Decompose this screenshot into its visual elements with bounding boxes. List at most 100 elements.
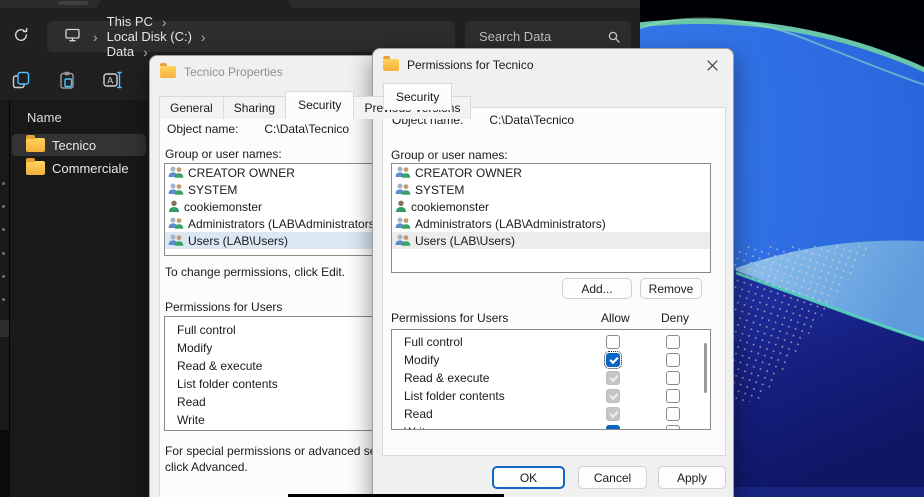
group-row[interactable]: cookiemonster xyxy=(392,198,710,215)
group-name: Users (LAB\Users) xyxy=(415,234,515,248)
paste-icon xyxy=(57,70,77,90)
single-user-icon xyxy=(395,200,407,213)
dialog-title: Tecnico Properties xyxy=(184,65,283,79)
object-name-value: C:\Data\Tecnico xyxy=(264,122,349,136)
tab-security[interactable]: Security xyxy=(383,83,452,110)
allow-checkbox[interactable] xyxy=(606,425,620,430)
permission-name: List folder contents xyxy=(177,377,278,391)
permission-name: Full control xyxy=(404,335,463,349)
deny-checkbox[interactable] xyxy=(666,353,680,367)
folder-icon xyxy=(26,138,45,152)
permission-row: List folder contents xyxy=(392,387,710,405)
svg-text:A: A xyxy=(107,76,113,86)
group-row[interactable]: SYSTEM xyxy=(392,181,710,198)
allow-header: Allow xyxy=(601,311,630,325)
folder-icon xyxy=(26,161,45,175)
allow-checkbox[interactable] xyxy=(606,407,620,421)
deny-checkbox[interactable] xyxy=(666,389,680,403)
add-button[interactable]: Add... xyxy=(562,278,632,299)
close-button[interactable] xyxy=(697,53,727,77)
tab-label: General xyxy=(170,101,213,115)
permission-name: Read xyxy=(404,407,433,421)
dialog-title: Permissions for Tecnico xyxy=(407,58,534,72)
breadcrumb-segment[interactable]: This PC xyxy=(107,14,153,29)
breadcrumb-segment[interactable]: Local Disk (C:) xyxy=(107,29,192,44)
tree-item-dot xyxy=(2,275,5,278)
permission-row: Modify xyxy=(392,351,710,369)
deny-checkbox[interactable] xyxy=(666,407,680,421)
permissions-dialog-titlebar[interactable]: Permissions for Tecnico xyxy=(373,49,733,81)
group-users-icon xyxy=(168,166,184,179)
edit-hint: To change permissions, click Edit. xyxy=(165,265,345,279)
group-users-icon xyxy=(395,217,411,230)
cancel-button[interactable]: Cancel xyxy=(578,466,647,489)
chevron-right-icon: › xyxy=(153,15,176,29)
pane-bottom-shade xyxy=(0,430,9,497)
allow-checkbox[interactable] xyxy=(606,335,620,349)
deny-checkbox[interactable] xyxy=(666,425,680,430)
copy-button[interactable] xyxy=(10,69,32,91)
permission-name: Read & execute xyxy=(404,371,489,385)
permission-name: Modify xyxy=(404,353,439,367)
deny-header: Deny xyxy=(661,311,689,325)
single-user-icon xyxy=(168,200,180,213)
permission-row: Full control xyxy=(392,333,710,351)
explorer-active-tab[interactable] xyxy=(97,0,291,8)
allow-checkbox[interactable] xyxy=(606,371,620,385)
permissions-label: Permissions for Users xyxy=(391,311,508,325)
search-placeholder: Search Data xyxy=(479,29,607,44)
remove-button[interactable]: Remove xyxy=(640,278,702,299)
group-name: SYSTEM xyxy=(415,183,464,197)
apply-button[interactable]: Apply xyxy=(658,466,726,489)
tab[interactable]: Sharing xyxy=(223,96,286,119)
tab-label: Security xyxy=(298,98,341,112)
group-row[interactable]: Administrators (LAB\Administrators) xyxy=(392,215,710,232)
tab[interactable]: General xyxy=(159,96,224,119)
file-list-pane: Name Tecnico Commerciale xyxy=(10,100,148,497)
breadcrumb-segment[interactable]: Data xyxy=(107,44,134,59)
object-name-value: C:\Data\Tecnico xyxy=(489,113,574,127)
file-row[interactable]: Tecnico xyxy=(12,134,146,156)
refresh-button[interactable] xyxy=(8,22,34,48)
tree-selected-item[interactable] xyxy=(0,320,9,337)
permission-row: Read xyxy=(392,405,710,423)
group-name: Administrators (LAB\Administrators) xyxy=(415,217,606,231)
advanced-hint-line2: click Advanced. xyxy=(165,460,248,474)
tab-label: Sharing xyxy=(234,101,275,115)
rename-icon: A xyxy=(102,70,124,90)
tree-item-dot xyxy=(2,228,5,231)
tab-label: Security xyxy=(396,90,439,104)
group-name: cookiemonster xyxy=(411,200,489,214)
explorer-tab-strip xyxy=(0,0,640,8)
search-icon xyxy=(607,30,621,44)
name-column-header[interactable]: Name xyxy=(10,100,148,133)
permission-name: Write xyxy=(177,413,205,427)
allow-checkbox[interactable] xyxy=(606,353,620,367)
group-users-icon xyxy=(395,183,411,196)
allow-checkbox[interactable] xyxy=(606,389,620,403)
object-name-label: Object name: xyxy=(167,122,238,136)
group-row[interactable]: Users (LAB\Users) xyxy=(392,232,710,249)
permissions-rows: Full control Modify Read & execute List … xyxy=(392,330,710,430)
paste-button[interactable] xyxy=(56,69,78,91)
chevron-right-icon: › xyxy=(192,30,215,44)
group-row[interactable]: CREATOR OWNER xyxy=(392,164,710,181)
tab[interactable]: Security xyxy=(285,91,354,118)
ok-button[interactable]: OK xyxy=(492,466,565,489)
file-name: Commerciale xyxy=(52,161,129,176)
rename-button[interactable]: A xyxy=(102,69,124,91)
this-pc-icon xyxy=(65,28,80,45)
permission-name: Full control xyxy=(177,323,236,337)
chevron-right-icon: › xyxy=(84,30,107,44)
deny-checkbox[interactable] xyxy=(666,371,680,385)
scrollbar-thumb[interactable] xyxy=(704,343,707,393)
group-name: Users (LAB\Users) xyxy=(188,234,288,248)
group-users-icon xyxy=(168,234,184,247)
permissions-label: Permissions for Users xyxy=(165,300,282,314)
group-users-icon xyxy=(395,234,411,247)
refresh-icon xyxy=(13,27,29,43)
groups-label: Group or user names: xyxy=(391,148,508,162)
file-row[interactable]: Commerciale xyxy=(12,157,146,179)
permission-name: List folder contents xyxy=(404,389,505,403)
deny-checkbox[interactable] xyxy=(666,335,680,349)
